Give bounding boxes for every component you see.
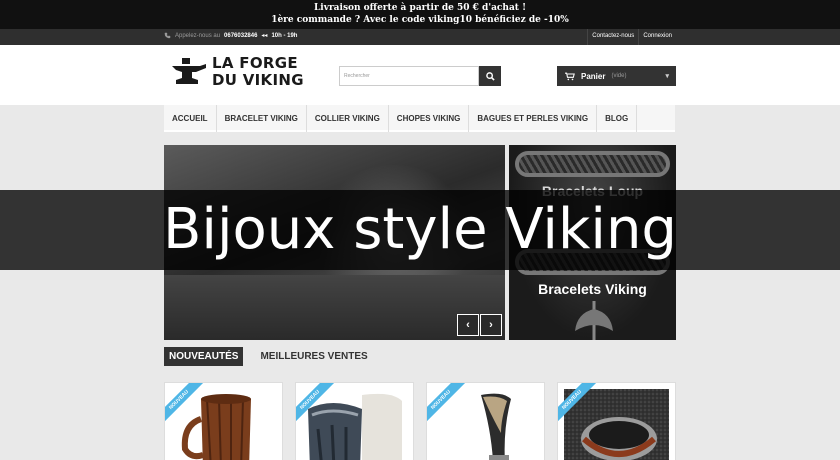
call-label: Appelez-nous au [175, 32, 221, 39]
banner-label-viking: Bracelets Viking [538, 281, 647, 297]
slider-controls: ‹ › [456, 314, 502, 336]
top-links: Contactez-nous Connexion [587, 29, 676, 45]
product-card[interactable]: NOUVEAU [164, 382, 283, 460]
cart-label: Panier [581, 71, 606, 81]
main-nav: ACCUEIL BRACELET VIKING COLLIER VIKING C… [0, 105, 840, 134]
product-list: NOUVEAU NOUVEAU NOUVEAU NOUVEAU [164, 382, 676, 460]
nav-item-collier[interactable]: COLLIER VIKING [307, 105, 389, 132]
promo-line-2: 1ère commande ? Avec le code viking10 bé… [271, 15, 569, 25]
phone-number[interactable]: 0676032846 [224, 33, 257, 39]
search-input[interactable]: Rechercher [339, 66, 479, 86]
opening-hours: 10h - 19h [271, 32, 298, 39]
page-title: Bijoux style Viking [0, 190, 840, 270]
phone-icon [164, 32, 171, 39]
ring-image [564, 389, 669, 460]
wooden-mug-image [171, 389, 276, 460]
login-link[interactable]: Connexion [638, 29, 676, 45]
top-bar: Appelez-nous au 0676032846 ◂◂ 10h - 19h … [0, 29, 840, 45]
search-icon [485, 71, 495, 81]
logo-line-1: LA FORGE [212, 54, 298, 72]
site-logo[interactable]: LA FORGE DU VIKING [170, 55, 304, 89]
search-button[interactable] [479, 66, 501, 86]
product-tabs: NOUVEAUTÉS MEILLEURES VENTES [164, 347, 373, 366]
cart-icon [565, 72, 575, 80]
logo-line-2: DU VIKING [212, 71, 304, 89]
product-card[interactable]: NOUVEAU [426, 382, 545, 460]
contact-link[interactable]: Contactez-nous [587, 29, 638, 45]
cart-status: (vide) [611, 73, 627, 79]
search-bar: Rechercher [339, 66, 501, 86]
promo-line-1: Livraison offerte à partir de 50 € d'ach… [313, 3, 527, 13]
cart-button[interactable]: Panier (vide) ▾ [557, 66, 676, 86]
axe-pendant-icon [575, 301, 613, 340]
nav-item-bagues[interactable]: BAGUES ET PERLES VIKING [469, 105, 598, 132]
chevron-down-icon: ▾ [665, 73, 669, 80]
anvil-icon [172, 58, 206, 84]
contact-info: Appelez-nous au 0676032846 ◂◂ 10h - 19h [164, 32, 297, 39]
nav-item-chopes[interactable]: CHOPES VIKING [389, 105, 470, 132]
tab-meilleures-ventes[interactable]: MEILLEURES VENTES [255, 347, 372, 366]
product-card[interactable]: NOUVEAU [557, 382, 676, 460]
drinking-horn-image [433, 389, 538, 460]
nav-item-accueil[interactable]: ACCUEIL [164, 105, 217, 132]
bracelet-image [515, 151, 670, 177]
product-card[interactable]: NOUVEAU [295, 382, 414, 460]
tab-nouveautes[interactable]: NOUVEAUTÉS [164, 347, 244, 366]
promo-banner: Livraison offerte à partir de 50 € d'ach… [0, 0, 840, 29]
rewind-icon: ◂◂ [261, 33, 268, 39]
next-arrow-icon[interactable]: › [480, 314, 502, 336]
prev-arrow-icon[interactable]: ‹ [457, 314, 479, 336]
site-header: LA FORGE DU VIKING Rechercher Panier (vi… [0, 45, 840, 105]
nav-item-blog[interactable]: BLOG [597, 105, 638, 132]
logo-text: LA FORGE DU VIKING [212, 55, 304, 89]
horn-mug-image [302, 389, 407, 460]
nav-item-bracelet[interactable]: BRACELET VIKING [217, 105, 307, 132]
